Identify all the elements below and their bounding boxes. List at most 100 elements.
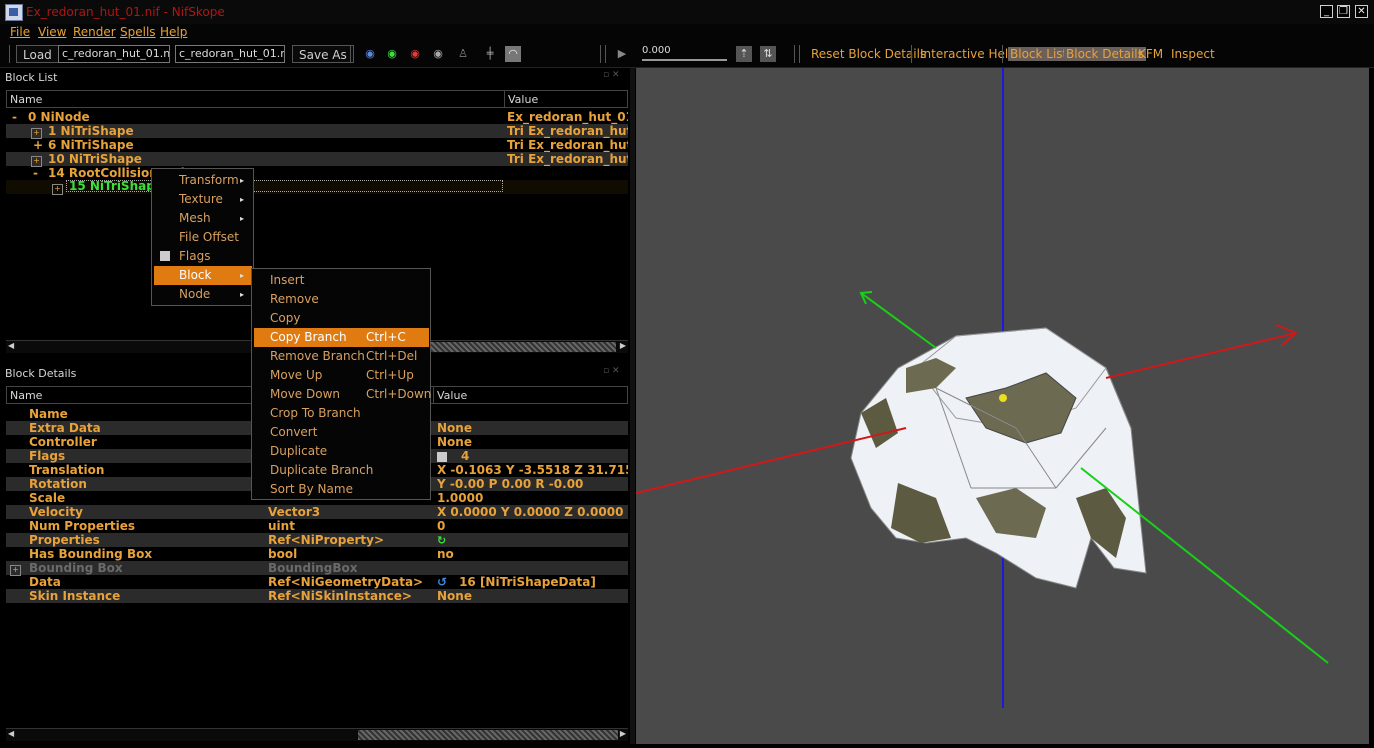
view-front-icon[interactable]: ◉ (362, 46, 378, 62)
block-menu-item-copy-branch[interactable]: Copy Branch Ctrl+C (254, 328, 429, 347)
tree-row-0[interactable]: - 0 NiNode Ex_redoran_hut_01 (6, 110, 628, 124)
save-file-field[interactable]: c_redoran_hut_01.nif (175, 45, 285, 63)
context-menu-item-flags[interactable]: Flags (154, 247, 252, 266)
close-button[interactable]: ✕ (1355, 5, 1368, 18)
detail-name: Controller (29, 435, 97, 449)
dock-controls-icon[interactable]: ▫ ✕ (603, 366, 620, 376)
menu-file[interactable]: File (10, 25, 30, 39)
block-menu-item-insert[interactable]: Insert (254, 271, 429, 290)
tree-row-10[interactable]: + 10 NiTriShape Tri Ex_redoran_hut_ (6, 152, 628, 167)
detail-row[interactable]: Data Ref<NiGeometryData> ↺ 16 [NiTriShapeDa… (6, 575, 628, 589)
detail-type: Ref<NiProperty> (268, 533, 385, 547)
block-menu-item-convert[interactable]: Convert (254, 423, 429, 442)
tree-row-15-selected[interactable]: + 15 NiTriShape (6, 180, 628, 196)
scroll-thumb[interactable] (358, 730, 618, 740)
detail-value[interactable]: None (437, 421, 628, 435)
menu-item-label: Transform (179, 173, 239, 187)
block-menu-item-remove-branch[interactable]: Remove Branch Ctrl+Del (254, 347, 429, 366)
detail-type: uint (268, 519, 295, 533)
block-list-header-value[interactable]: Value (504, 90, 628, 108)
block-list-toggle[interactable]: Block List (1008, 47, 1070, 61)
scroll-thumb[interactable] (406, 342, 616, 352)
header-name-label: Name (10, 389, 43, 402)
expand-toggle-icon[interactable]: + (52, 182, 63, 196)
context-menu-item-transform[interactable]: Transform ▸ (154, 171, 252, 190)
collapse-toggle-icon[interactable]: - (33, 166, 38, 180)
reset-block-details-link[interactable]: Reset Block Details (811, 47, 926, 61)
time-slider[interactable] (642, 59, 727, 61)
block-details-hscrollbar[interactable]: ◀ ▶ (6, 728, 628, 741)
detail-value[interactable]: 0 (437, 519, 628, 533)
inspect-link[interactable]: Inspect (1171, 47, 1215, 61)
block-menu-item-move-up[interactable]: Move Up Ctrl+Up (254, 366, 429, 385)
block-menu-item-crop-to-branch[interactable]: Crop To Branch (254, 404, 429, 423)
block-menu-item-move-down[interactable]: Move Down Ctrl+Down (254, 385, 432, 404)
detail-row[interactable]: Skin Instance Ref<NiSkinInstance> None (6, 589, 628, 603)
loop-icon[interactable]: ⇡ (736, 46, 752, 62)
block-details-header-value[interactable]: Value (433, 386, 628, 404)
detail-name: Scale (29, 491, 66, 505)
menu-spells[interactable]: Spells (120, 25, 156, 39)
panel-splitter[interactable] (630, 68, 635, 744)
detail-row[interactable]: Velocity Vector3 X 0.0000 Y 0.0000 Z 0.000… (6, 505, 628, 519)
scroll-left-icon[interactable]: ◀ (8, 341, 14, 350)
detail-value[interactable]: ↺ 16 [NiTriShapeData] (437, 575, 628, 589)
tree-row-6[interactable]: + 6 NiTriShape Tri Ex_redoran_hut_ (6, 138, 628, 152)
block-details-toggle[interactable]: Block Details (1064, 47, 1146, 61)
switch-icon[interactable]: ⇅ (760, 46, 776, 62)
context-menu-item-node[interactable]: Node ▸ (154, 285, 252, 304)
context-menu-item-block[interactable]: Block ▸ (154, 266, 252, 285)
load-file-field[interactable]: c_redoran_hut_01.nif (58, 45, 170, 63)
tree-row-1[interactable]: + 1 NiTriShape Tri Ex_redoran_hut_ (6, 124, 628, 139)
kfm-link[interactable]: KFM (1138, 47, 1163, 61)
view-top-icon[interactable]: ◉ (407, 46, 423, 62)
context-menu-item-file-offset[interactable]: File Offset (154, 228, 252, 247)
dock-controls-icon[interactable]: ▫ ✕ (603, 70, 620, 80)
block-menu-item-duplicate-branch[interactable]: Duplicate Branch (254, 461, 429, 480)
block-menu-item-duplicate[interactable]: Duplicate (254, 442, 429, 461)
play-icon[interactable]: ▶ (614, 46, 630, 62)
detail-row[interactable]: Num Properties uint 0 (6, 519, 628, 533)
scroll-right-icon[interactable]: ▶ (620, 341, 626, 350)
axes-icon[interactable]: ╪ (482, 46, 498, 62)
restore-button[interactable]: ❐ (1337, 5, 1350, 18)
detail-row[interactable]: Has Bounding Box bool no (6, 547, 628, 561)
context-menu-item-texture[interactable]: Texture ▸ (154, 190, 252, 209)
minimize-button[interactable]: _ (1320, 5, 1333, 18)
block-list-header-name[interactable]: Name (6, 90, 505, 108)
perspective-icon[interactable]: ◠ (505, 46, 521, 62)
menu-view[interactable]: View (38, 25, 66, 39)
detail-row[interactable]: + Bounding Box BoundingBox (6, 561, 628, 576)
context-menu-item-mesh[interactable]: Mesh ▸ (154, 209, 252, 228)
detail-value[interactable]: Y -0.00 P 0.00 R -0.00 (437, 477, 628, 491)
3d-viewport[interactable] (636, 68, 1369, 744)
detail-value[interactable]: X -0.1063 Y -3.5518 Z 31.7156 (437, 463, 628, 477)
tree-row-14[interactable]: - 14 RootCollisionNode (6, 166, 628, 180)
detail-type: Vector3 (268, 505, 321, 519)
view-user-icon[interactable]: ◉ (430, 46, 446, 62)
detail-value[interactable]: ↻ (437, 533, 628, 548)
detail-value[interactable]: 4 (437, 449, 628, 463)
block-menu-item-copy[interactable]: Copy (254, 309, 429, 328)
menu-item-shortcut: Ctrl+Down (366, 387, 432, 401)
menu-help[interactable]: Help (160, 25, 187, 39)
expand-toggle-icon[interactable]: + (33, 138, 43, 152)
detail-row[interactable]: Properties Ref<NiProperty> ↻ (6, 533, 628, 547)
scroll-right-icon[interactable]: ▶ (620, 729, 626, 738)
detail-value[interactable]: no (437, 547, 628, 561)
load-button[interactable]: Load (16, 45, 59, 63)
detail-value[interactable]: None (437, 435, 628, 449)
block-menu-item-sort-by-name[interactable]: Sort By Name (254, 480, 429, 499)
refresh-link-icon: ↻ (437, 534, 447, 547)
detail-value[interactable]: None (437, 589, 628, 603)
save-as-button[interactable]: Save As (292, 45, 354, 63)
detail-value[interactable]: X 0.0000 Y 0.0000 Z 0.0000 (437, 505, 628, 519)
detail-value[interactable]: 1.0000 (437, 491, 628, 505)
toolbar-grip (9, 45, 10, 63)
view-side-icon[interactable]: ◉ (384, 46, 400, 62)
walk-icon[interactable]: ♙ (455, 46, 471, 62)
toolbar-separator (350, 45, 351, 63)
scroll-left-icon[interactable]: ◀ (8, 729, 14, 738)
menu-render[interactable]: Render (73, 25, 116, 39)
block-menu-item-remove[interactable]: Remove (254, 290, 429, 309)
